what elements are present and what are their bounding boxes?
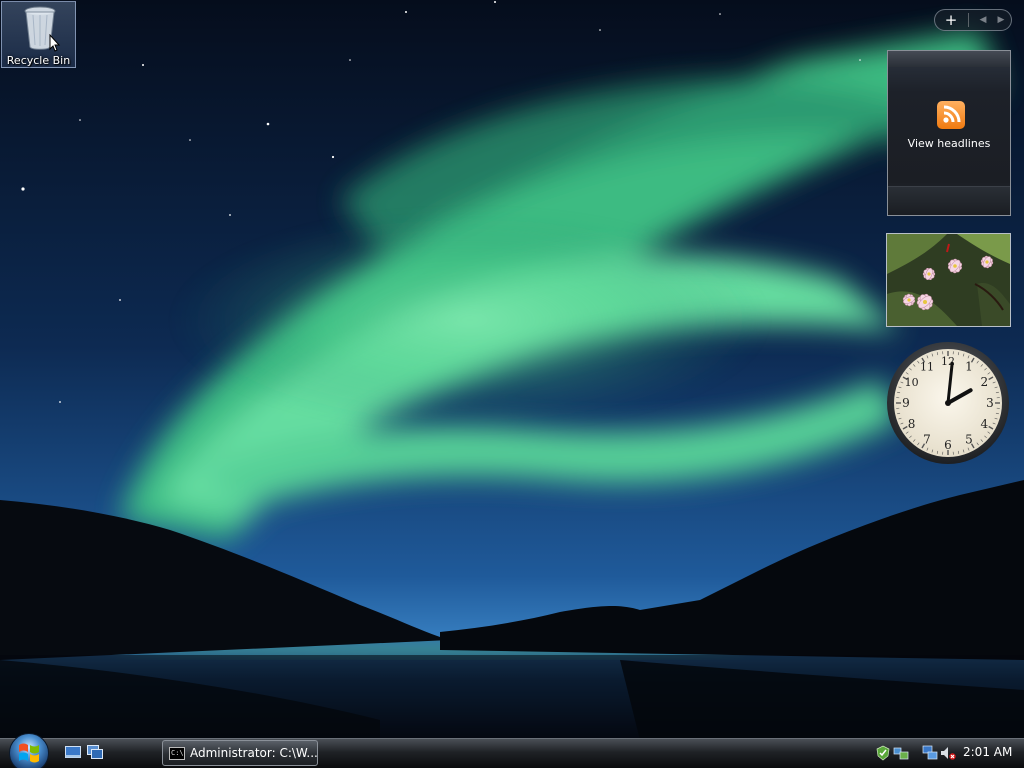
windows-defender-icon[interactable] <box>875 745 891 761</box>
show-desktop-icon[interactable] <box>65 745 81 759</box>
previous-page-button[interactable]: ◀ <box>973 11 993 29</box>
sidebar-controls-divider <box>968 13 969 27</box>
volume-muted-icon[interactable] <box>940 745 956 761</box>
clock-numeral: 9 <box>902 396 910 410</box>
next-page-button[interactable]: ▶ <box>991 11 1011 29</box>
view-headlines-link[interactable]: View headlines <box>888 137 1010 150</box>
clock-numeral: 11 <box>920 361 934 374</box>
clock-numeral: 5 <box>965 432 973 446</box>
slideshow-photo <box>887 234 1010 326</box>
start-button[interactable] <box>9 733 49 768</box>
clock-numeral: 4 <box>981 417 989 431</box>
rss-icon <box>937 101 965 129</box>
gadget-footer <box>888 186 1010 215</box>
clock-numeral: 2 <box>981 375 989 389</box>
slide-show-gadget[interactable] <box>886 233 1011 327</box>
sidebar-controls: + ◀ ▶ <box>934 9 1012 31</box>
desktop-icon-recycle-bin[interactable]: Recycle Bin <box>1 1 76 68</box>
clock-numeral: 7 <box>923 432 931 446</box>
feed-headlines-gadget[interactable]: View headlines <box>887 50 1011 216</box>
clock-numeral: 6 <box>944 438 952 452</box>
windows-logo-icon <box>19 743 39 763</box>
desktop-wallpaper <box>0 0 1024 768</box>
clock-numeral: 3 <box>986 396 994 410</box>
clock-numeral: 10 <box>905 376 919 389</box>
clock-numeral: 1 <box>965 360 973 374</box>
taskbar-clock[interactable]: 2:01 AM <box>963 745 1012 759</box>
command-prompt-icon: C:\ <box>169 747 185 760</box>
clock-numeral: 8 <box>908 417 916 431</box>
gadget-header <box>888 51 1010 67</box>
network-icon[interactable] <box>893 745 909 761</box>
recycle-bin-label: Recycle Bin <box>6 54 71 67</box>
add-gadget-button[interactable]: + <box>939 11 963 29</box>
clock-gadget[interactable]: 12 1234567891011 <box>885 340 1011 466</box>
taskbar-button-command-prompt[interactable]: C:\ Administrator: C:\W... <box>162 740 318 766</box>
taskbar-button-label: Administrator: C:\W... <box>190 746 318 760</box>
network-connections-icon[interactable] <box>922 745 938 761</box>
mouse-cursor <box>49 34 61 52</box>
clock-center-pin <box>945 400 951 406</box>
switch-windows-icon[interactable] <box>87 745 103 759</box>
